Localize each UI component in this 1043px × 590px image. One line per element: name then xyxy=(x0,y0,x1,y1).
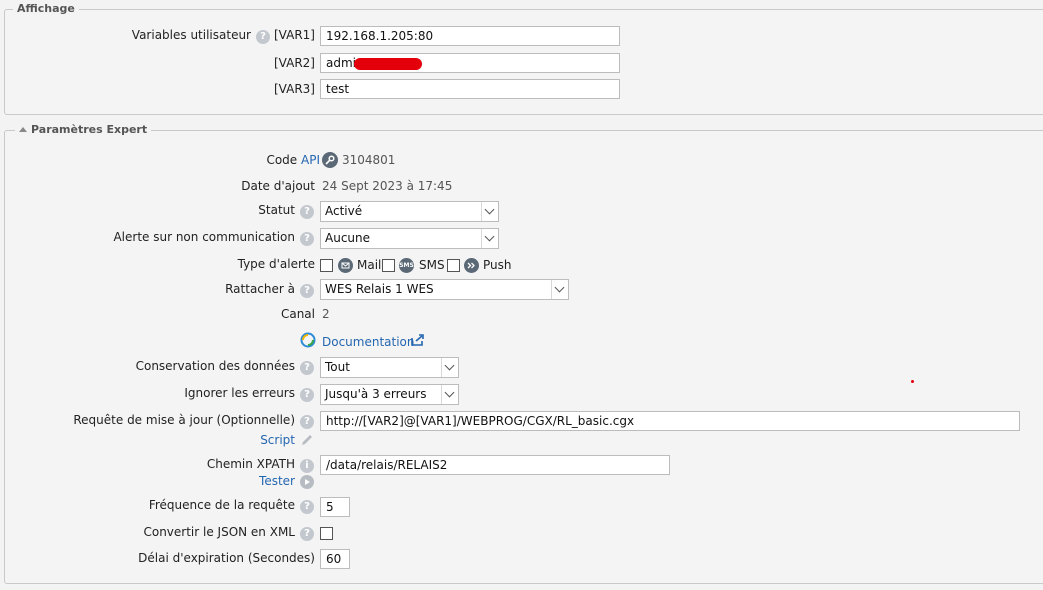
conservation-label: Conservation des données xyxy=(135,359,295,373)
info-icon[interactable]: i xyxy=(300,459,314,473)
mail-label: Mail xyxy=(357,258,382,272)
var3-input[interactable]: test xyxy=(320,79,620,99)
canal-label: Canal xyxy=(280,307,315,321)
help-icon[interactable]: ? xyxy=(300,205,314,219)
mail-checkbox[interactable] xyxy=(320,259,333,272)
code-label: Code API xyxy=(266,153,320,167)
key-icon[interactable] xyxy=(322,152,338,168)
ignorer-select-value: Jusqu'à 3 erreurs xyxy=(325,387,427,401)
user-vars-label: Variables utilisateur xyxy=(131,28,251,42)
script-link[interactable]: Script xyxy=(260,433,295,447)
convertir-label: Convertir le JSON en XML xyxy=(143,525,295,539)
play-icon[interactable] xyxy=(300,475,314,489)
sms-checkbox[interactable] xyxy=(382,259,395,272)
statut-select-value: Activé xyxy=(325,204,363,218)
statut-label: Statut xyxy=(258,203,295,217)
help-icon[interactable]: ? xyxy=(300,361,314,375)
help-icon[interactable]: ? xyxy=(300,388,314,402)
frequence-input[interactable]: 5 xyxy=(320,497,350,517)
xpath-label: Chemin XPATH xyxy=(206,457,295,471)
red-dot-mark xyxy=(911,380,914,383)
help-icon[interactable]: ? xyxy=(300,284,314,298)
delai-label: Délai d'expiration (Secondes) xyxy=(138,551,315,565)
ignorer-select[interactable]: Jusqu'à 3 erreurs xyxy=(320,384,459,405)
conservation-select-value: Tout xyxy=(325,360,350,374)
expert-legend-text: Paramètres Expert xyxy=(31,123,148,136)
requete-input[interactable]: http://[VAR2]@[VAR1]/WEBPROG/CGX/RL_basi… xyxy=(320,411,1020,431)
documentation-icon xyxy=(300,332,316,348)
frequence-label: Fréquence de la requête xyxy=(148,498,295,512)
date-value: 24 Sept 2023 à 17:45 xyxy=(322,179,453,193)
api-link[interactable]: API xyxy=(301,153,320,167)
date-label: Date d'ajout xyxy=(241,179,315,193)
external-link-icon[interactable] xyxy=(410,333,426,347)
alerte-label: Alerte sur non communication xyxy=(113,230,295,244)
statut-select[interactable]: Activé xyxy=(320,201,499,222)
affichage-legend: Affichage xyxy=(13,2,79,15)
help-icon[interactable]: ? xyxy=(300,500,314,514)
alerte-select[interactable]: Aucune xyxy=(320,228,499,249)
help-icon[interactable]: ? xyxy=(300,232,314,246)
redaction-mark xyxy=(354,58,422,70)
canal-value: 2 xyxy=(322,307,330,321)
mail-icon xyxy=(338,258,353,273)
chevron-down-icon xyxy=(481,229,498,248)
expert-section: Paramètres Expert xyxy=(4,123,1043,584)
conservation-select[interactable]: Tout xyxy=(320,357,459,378)
chevron-down-icon xyxy=(441,385,458,404)
delai-input[interactable]: 60 xyxy=(320,549,350,569)
var3-tag: [VAR3] xyxy=(274,82,315,96)
code-value: 3104801 xyxy=(342,153,396,167)
requete-label: Requête de mise à jour (Optionnelle) xyxy=(73,413,295,427)
collapse-caret-icon[interactable] xyxy=(19,127,27,132)
convertir-checkbox[interactable] xyxy=(320,527,333,540)
push-checkbox[interactable] xyxy=(447,259,460,272)
var2-tag: [VAR2] xyxy=(274,56,315,70)
var1-input[interactable]: 192.168.1.205:80 xyxy=(320,26,620,46)
xpath-input[interactable]: /data/relais/RELAIS2 xyxy=(320,455,670,475)
chevron-down-icon xyxy=(481,202,498,221)
chevron-down-icon xyxy=(551,280,568,299)
chevron-down-icon xyxy=(441,358,458,377)
alerte-select-value: Aucune xyxy=(325,231,371,245)
rattacher-label: Rattacher à xyxy=(225,282,295,296)
tester-link[interactable]: Tester xyxy=(259,474,295,488)
type-alerte-label: Type d'alerte xyxy=(237,257,315,271)
pencil-icon[interactable] xyxy=(300,433,314,447)
push-label: Push xyxy=(483,258,512,272)
help-icon[interactable]: ? xyxy=(300,415,314,429)
rattacher-select-value: WES Relais 1 WES xyxy=(325,282,434,296)
sms-label: SMS xyxy=(419,258,445,272)
help-icon[interactable]: ? xyxy=(256,30,270,44)
sms-icon: SMS xyxy=(399,258,414,273)
documentation-link[interactable]: Documentation xyxy=(322,335,415,349)
ignorer-label: Ignorer les erreurs xyxy=(184,386,295,400)
help-icon[interactable]: ? xyxy=(300,527,314,541)
expert-legend: Paramètres Expert xyxy=(15,123,152,136)
push-icon xyxy=(464,258,479,273)
rattacher-select[interactable]: WES Relais 1 WES xyxy=(320,279,569,300)
var1-tag: [VAR1] xyxy=(274,28,315,42)
code-label-text: Code xyxy=(266,153,298,167)
